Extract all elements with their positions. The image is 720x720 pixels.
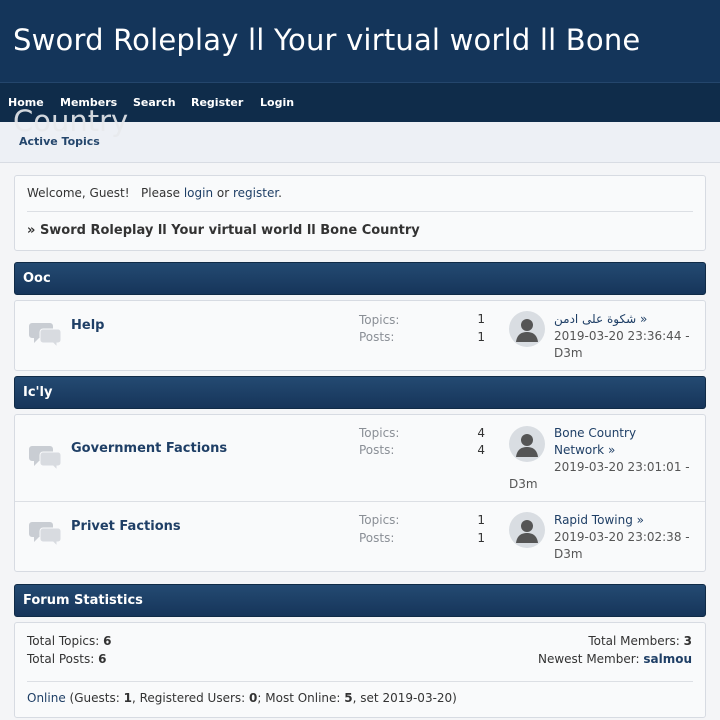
default-user-avatar-icon bbox=[509, 311, 545, 347]
newest-member-label: Newest Member: bbox=[537, 652, 640, 666]
last-post-date: 2019-03-20 23:02:38 - bbox=[554, 530, 690, 544]
last-post-user: D3m bbox=[509, 477, 538, 491]
last-post-date: 2019-03-20 23:36:44 - bbox=[554, 329, 690, 343]
welcome-line: Welcome, Guest! Please login or register… bbox=[27, 186, 282, 200]
posts-label: Posts: bbox=[359, 330, 395, 344]
statistics-title: Forum Statistics bbox=[23, 593, 143, 608]
last-post-link[interactable]: Bone Country bbox=[554, 426, 636, 440]
welcome-or: or bbox=[216, 186, 230, 200]
last-post-user: D3m bbox=[554, 547, 583, 561]
online-summary: Online (Guests: 1, Registered Users: 0; … bbox=[27, 691, 457, 705]
category-title: Ooc bbox=[23, 271, 51, 286]
last-post-arrow[interactable]: » bbox=[640, 312, 647, 326]
online-link[interactable]: Online bbox=[27, 691, 66, 705]
nav-home[interactable]: Home bbox=[8, 96, 44, 109]
breadcrumb-arrow: » bbox=[27, 223, 36, 238]
forum-title-privet-factions[interactable]: Privet Factions bbox=[71, 519, 181, 534]
forum-bubbles-icon bbox=[29, 446, 62, 470]
default-user-avatar-icon bbox=[509, 426, 545, 462]
topics-label: Topics: bbox=[359, 313, 400, 327]
breadcrumb-link[interactable]: Sword Roleplay ll Your virtual world ll … bbox=[40, 223, 420, 238]
last-post-info: Rapid Towing » 2019-03-20 23:02:38 - D3m bbox=[554, 512, 704, 563]
site-title[interactable]: Sword Roleplay ll Your virtual world ll … bbox=[13, 23, 640, 57]
total-topics-label: Total Topics: bbox=[27, 634, 100, 648]
nav-members[interactable]: Members bbox=[60, 96, 117, 109]
total-members-value: 3 bbox=[683, 634, 692, 648]
newest-member-link[interactable]: salmou bbox=[643, 652, 692, 666]
forum-bubbles-icon bbox=[29, 323, 62, 347]
welcome-period: . bbox=[278, 186, 282, 200]
last-post-link[interactable]: Rapid Towing bbox=[554, 513, 633, 527]
forum-title-government-factions[interactable]: Government Factions bbox=[71, 441, 227, 456]
nav-login[interactable]: Login bbox=[260, 96, 294, 109]
divider bbox=[27, 211, 693, 212]
posts-count: 4 bbox=[477, 443, 485, 457]
forum-row-government-factions: Government Factions Topics: 4 Posts: 4 B… bbox=[15, 415, 705, 502]
total-posts-value: 6 bbox=[98, 652, 107, 666]
posts-label: Posts: bbox=[359, 443, 395, 457]
newest-member: Newest Member: salmou bbox=[538, 652, 692, 666]
registered-label: , Registered Users: bbox=[131, 691, 246, 705]
forum-row-privet-factions: Privet Factions Topics: 1 Posts: 1 Rapid… bbox=[15, 502, 705, 572]
forum-bubbles-icon bbox=[29, 522, 62, 546]
total-posts-label: Total Posts: bbox=[27, 652, 95, 666]
last-post-date: 2019-03-20 23:01:01 - bbox=[554, 460, 690, 474]
topics-count: 1 bbox=[477, 312, 485, 326]
total-members: Total Members: 3 bbox=[588, 634, 692, 648]
most-online-date: , set 2019-03-20) bbox=[352, 691, 457, 705]
breadcrumb: » Sword Roleplay ll Your virtual world l… bbox=[27, 223, 420, 238]
forum-statistics-header: Forum Statistics bbox=[14, 584, 706, 617]
category-ooc-forums: Help Topics: 1 Posts: 1 شكوة على ادمن » … bbox=[14, 300, 706, 371]
site-header: Sword Roleplay ll Your virtual world ll … bbox=[0, 0, 720, 82]
topics-label: Topics: bbox=[359, 513, 400, 527]
category-title: Ic'ly bbox=[23, 385, 53, 400]
last-post-info: شكوة على ادمن » 2019-03-20 23:36:44 - D3… bbox=[554, 311, 704, 362]
most-online-count: 5 bbox=[344, 691, 353, 705]
login-link[interactable]: login bbox=[184, 186, 213, 200]
forum-title-help[interactable]: Help bbox=[71, 318, 104, 333]
forum-statistics-box: Total Topics: 6 Total Posts: 6 Total Mem… bbox=[14, 622, 706, 718]
category-header-ooc[interactable]: Ooc bbox=[14, 262, 706, 295]
active-topics-link[interactable]: Active Topics bbox=[19, 135, 100, 148]
last-post-info: Bone Country Network » 2019-03-20 23:01:… bbox=[554, 425, 704, 476]
topics-count: 1 bbox=[477, 513, 485, 527]
total-posts: Total Posts: 6 bbox=[27, 652, 106, 666]
last-post-arrow[interactable]: » bbox=[608, 443, 615, 457]
posts-count: 1 bbox=[477, 330, 485, 344]
posts-count: 1 bbox=[477, 531, 485, 545]
nav-register[interactable]: Register bbox=[191, 96, 243, 109]
forum-row-help: Help Topics: 1 Posts: 1 شكوة على ادمن » … bbox=[15, 301, 705, 371]
last-post-link-cont[interactable]: Network bbox=[554, 443, 604, 457]
most-online-label: ; Most Online: bbox=[257, 691, 341, 705]
divider bbox=[27, 681, 693, 682]
nav-search[interactable]: Search bbox=[133, 96, 176, 109]
welcome-greeting: Welcome, Guest! bbox=[27, 186, 130, 200]
main-nav: Home Members Search Register Login bbox=[0, 82, 720, 122]
sub-nav: Active Topics bbox=[0, 122, 720, 163]
category-header-icly[interactable]: Ic'ly bbox=[14, 376, 706, 409]
last-post-link[interactable]: شكوة على ادمن bbox=[554, 312, 636, 326]
default-user-avatar-icon bbox=[509, 512, 545, 548]
total-members-label: Total Members: bbox=[588, 634, 680, 648]
register-link[interactable]: register bbox=[233, 186, 278, 200]
topics-label: Topics: bbox=[359, 426, 400, 440]
topics-count: 4 bbox=[477, 426, 485, 440]
total-topics-value: 6 bbox=[103, 634, 112, 648]
welcome-please: Please bbox=[141, 186, 180, 200]
welcome-box: Welcome, Guest! Please login or register… bbox=[14, 175, 706, 251]
category-icly-forums: Government Factions Topics: 4 Posts: 4 B… bbox=[14, 414, 706, 572]
posts-label: Posts: bbox=[359, 531, 395, 545]
total-topics: Total Topics: 6 bbox=[27, 634, 112, 648]
last-post-user: D3m bbox=[554, 346, 583, 360]
guests-count: 1 bbox=[123, 691, 132, 705]
guests-label: (Guests: bbox=[69, 691, 120, 705]
last-post-arrow[interactable]: » bbox=[637, 513, 644, 527]
